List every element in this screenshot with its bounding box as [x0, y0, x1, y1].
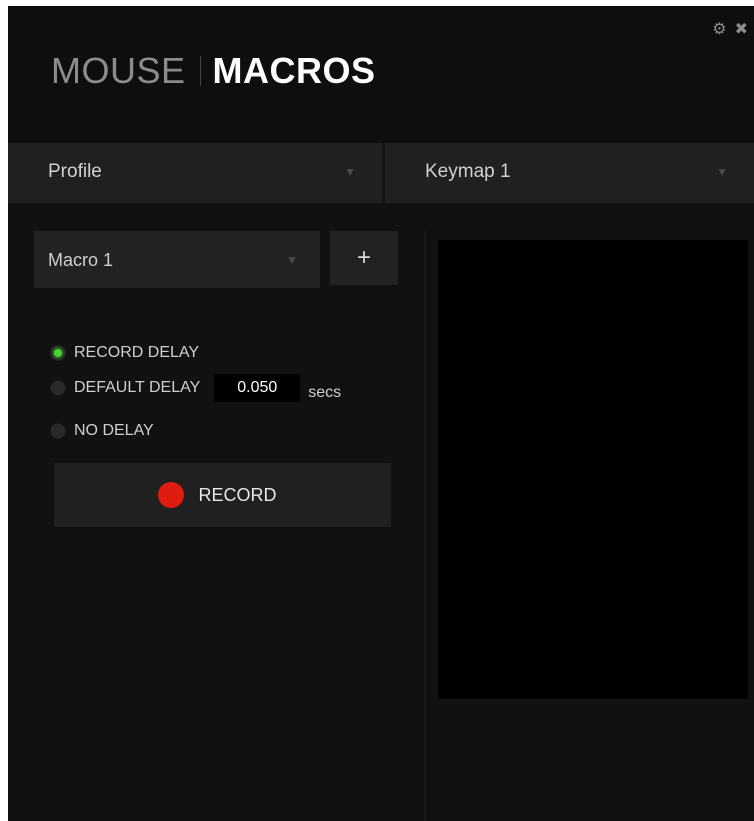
panel-divider — [424, 231, 426, 821]
window-controls: ⚙ ✖ — [712, 22, 748, 38]
breadcrumb-current: MACROS — [212, 50, 376, 91]
radio-record-delay[interactable] — [50, 345, 66, 361]
default-delay-label: DEFAULT DELAY — [74, 379, 201, 396]
macro-dropdown[interactable]: Macro 1 ▼ — [34, 231, 320, 288]
chevron-down-icon: ▼ — [344, 165, 356, 179]
record-delay-option[interactable]: RECORD DELAY — [50, 344, 199, 362]
keymap-dropdown-label: Keymap 1 — [425, 161, 511, 182]
plus-icon: + — [356, 244, 371, 271]
page-title: MOUSE MACROS — [51, 50, 376, 92]
no-delay-label: NO DELAY — [74, 422, 154, 439]
profile-dropdown-label: Profile — [48, 161, 102, 182]
delay-unit: secs — [308, 384, 342, 401]
macro-events-panel[interactable] — [438, 240, 748, 699]
close-icon[interactable]: ✖ — [735, 22, 748, 38]
title-divider — [199, 56, 201, 86]
macros-window: MOUSE MACROS ⚙ ✖ Profile ▼ Keymap 1 ▼ Mac… — [8, 6, 754, 821]
macro-dropdown-label: Macro 1 — [48, 250, 114, 270]
selector-bar: Profile ▼ Keymap 1 ▼ — [8, 143, 754, 203]
radio-no-delay[interactable] — [50, 423, 66, 439]
header: MOUSE MACROS ⚙ ✖ — [8, 6, 754, 143]
keymap-dropdown[interactable]: Keymap 1 ▼ — [385, 143, 754, 203]
no-delay-option[interactable]: NO DELAY — [50, 422, 154, 440]
default-delay-input[interactable] — [214, 374, 301, 402]
chevron-down-icon: ▼ — [716, 165, 728, 179]
chevron-down-icon: ▼ — [286, 253, 298, 267]
gear-icon[interactable]: ⚙ — [712, 22, 726, 38]
record-delay-label: RECORD DELAY — [74, 344, 200, 361]
record-icon — [158, 482, 185, 508]
profile-dropdown[interactable]: Profile ▼ — [8, 143, 382, 203]
default-delay-option[interactable]: DEFAULT DELAY secs — [50, 374, 341, 402]
record-button-label: RECORD — [198, 484, 277, 505]
record-button[interactable]: RECORD — [54, 463, 391, 527]
breadcrumb-mouse[interactable]: MOUSE — [51, 50, 186, 91]
add-macro-button[interactable]: + — [330, 231, 398, 285]
radio-default-delay[interactable] — [50, 380, 66, 396]
